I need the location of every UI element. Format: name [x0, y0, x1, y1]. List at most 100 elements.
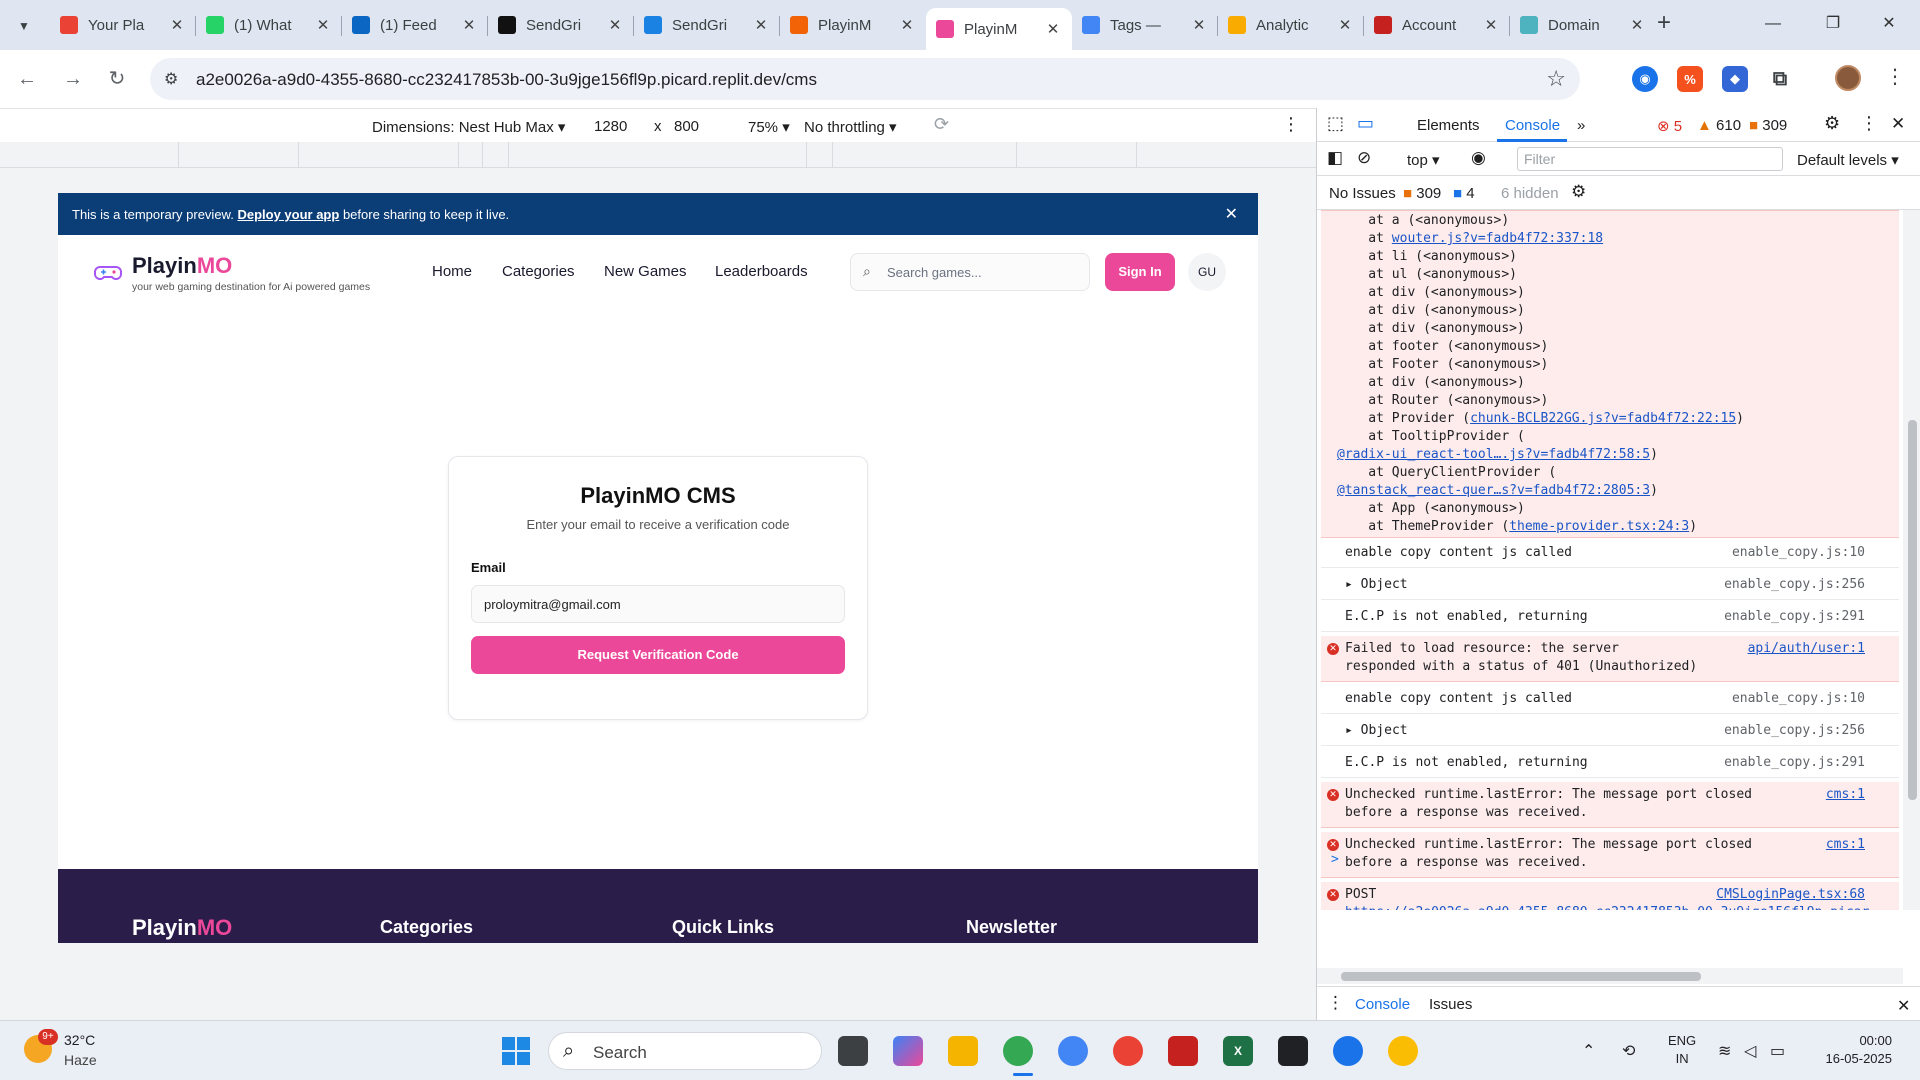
tab-search-chevron-icon[interactable]: ▼ — [10, 12, 38, 40]
drawer-close-icon[interactable]: ✕ — [1897, 996, 1910, 1016]
banner-close-icon[interactable]: ✕ — [1225, 204, 1238, 224]
console-error-message[interactable]: ✕ Unchecked runtime.lastError: The messag… — [1321, 782, 1899, 828]
message-source-link[interactable]: cms:1 — [1826, 837, 1865, 852]
close-window-icon[interactable]: ✕ — [1866, 8, 1912, 40]
zoom-select[interactable]: 75% ▾ — [748, 118, 790, 136]
tab-close-icon[interactable]: ✕ — [1482, 16, 1500, 34]
chrome-profile-2-icon[interactable] — [1113, 1036, 1143, 1066]
tab-close-icon[interactable]: ✕ — [1336, 16, 1354, 34]
message-source-link[interactable]: CMSLoginPage.tsx:68 — [1716, 887, 1865, 902]
browser-tab[interactable]: PlayinM ✕ — [780, 8, 926, 42]
url-text[interactable]: a2e0026a-a9d0-4355-8680-cc232417853b-00-… — [196, 70, 817, 90]
height-input[interactable]: 800 — [674, 118, 699, 135]
extension-pdf-icon[interactable]: % — [1677, 66, 1703, 92]
extension-tag-icon[interactable]: ◆ — [1722, 66, 1748, 92]
sidebar-toggle-icon[interactable]: ◧ — [1327, 148, 1343, 168]
message-source-link[interactable]: enable_copy.js:256 — [1724, 723, 1865, 738]
tray-chevron-icon[interactable]: ⌃ — [1582, 1041, 1595, 1061]
tab-close-icon[interactable]: ✕ — [168, 16, 186, 34]
issues-count[interactable]: ■ 309 — [1749, 117, 1787, 134]
settings-gear-icon[interactable]: ⚙ — [1824, 113, 1840, 134]
chrome-icon[interactable] — [1003, 1036, 1033, 1066]
terminal-icon[interactable] — [1278, 1036, 1308, 1066]
tab-close-icon[interactable]: ✕ — [1628, 16, 1646, 34]
profile-avatar[interactable] — [1835, 65, 1861, 91]
devtools-close-icon[interactable]: ✕ — [1891, 114, 1905, 134]
tab-console[interactable]: Console — [1505, 117, 1560, 134]
throttling-select[interactable]: No throttling ▾ — [804, 118, 897, 136]
console-horizontal-scrollbar[interactable] — [1317, 968, 1903, 984]
request-url-link[interactable]: https://a2e0026a-a9d0-4355-8680-cc232417… — [1345, 905, 1869, 910]
bookmark-star-icon[interactable]: ☆ — [1546, 66, 1566, 92]
rotate-icon[interactable]: ⟳ — [934, 114, 949, 135]
email-field[interactable]: proloymitra@gmail.com — [471, 585, 845, 623]
request-code-button[interactable]: Request Verification Code — [471, 636, 845, 674]
devtools-menu-icon[interactable]: ⋮ — [1860, 113, 1878, 134]
browser-tab[interactable]: PlayinM ✕ — [926, 8, 1072, 50]
nav-new-games[interactable]: New Games — [604, 263, 687, 280]
inspect-element-icon[interactable]: ⬚ — [1327, 113, 1344, 134]
browser-tab[interactable]: Account ✕ — [1364, 8, 1510, 42]
nav-categories[interactable]: Categories — [502, 263, 575, 280]
sync-icon[interactable]: ⟲ — [1622, 1041, 1635, 1061]
weather-condition[interactable]: Haze — [64, 1052, 97, 1068]
forward-arrow-icon[interactable]: → — [56, 62, 90, 96]
excel-icon[interactable]: X — [1223, 1036, 1253, 1066]
message-source-link[interactable]: enable_copy.js:291 — [1724, 755, 1865, 770]
console-message[interactable]: E.C.P is not enabled, returning enable_co… — [1321, 604, 1899, 632]
task-view-icon[interactable] — [838, 1036, 868, 1066]
stack-frame-link[interactable]: chunk-BCLB22GG.js?v=fadb4f72:22:15 — [1470, 411, 1736, 426]
tab-close-icon[interactable]: ✕ — [1190, 16, 1208, 34]
sign-in-button[interactable]: Sign In — [1105, 253, 1175, 291]
copilot-icon[interactable] — [893, 1036, 923, 1066]
wifi-icon[interactable]: ≋ — [1718, 1041, 1731, 1061]
acrobat-icon[interactable] — [1168, 1036, 1198, 1066]
message-source-link[interactable]: enable_copy.js:10 — [1732, 691, 1865, 706]
device-toolbar-menu-icon[interactable]: ⋮ — [1282, 114, 1300, 135]
chrome-profile-3-icon[interactable] — [1333, 1036, 1363, 1066]
issue-warning-badge[interactable]: ■ 309 — [1403, 185, 1441, 202]
tab-close-icon[interactable]: ✕ — [898, 16, 916, 34]
system-clock[interactable]: 00:00 16-05-2025 — [1812, 1032, 1893, 1068]
restore-icon[interactable]: ❐ — [1810, 8, 1856, 40]
warning-count[interactable]: ▲ 610 — [1697, 117, 1741, 134]
console-error-message[interactable]: ✕ Unchecked runtime.lastError: The messag… — [1321, 832, 1899, 878]
browser-tab[interactable]: (1) Feed ✕ — [342, 8, 488, 42]
browser-tab[interactable]: Tags — ✕ — [1072, 8, 1218, 42]
message-source-link[interactable]: enable_copy.js:10 — [1732, 545, 1865, 560]
drawer-menu-icon[interactable]: ⋮ — [1327, 993, 1344, 1013]
clear-console-icon[interactable]: ⊘ — [1357, 148, 1371, 168]
battery-icon[interactable]: ▭ — [1770, 1041, 1785, 1061]
context-select[interactable]: top ▾ — [1407, 151, 1440, 169]
message-source-link[interactable]: cms:1 — [1826, 787, 1865, 802]
browser-tab[interactable]: Your Pla ✕ — [50, 8, 196, 42]
log-levels-select[interactable]: Default levels ▾ — [1797, 151, 1899, 169]
console-message[interactable]: ▸ Object enable_copy.js:256 — [1321, 572, 1899, 600]
volume-icon[interactable]: ◁ — [1744, 1041, 1756, 1061]
console-error-message[interactable]: ✕ POST https://a2e0026a-a9d0-4355-8680-cc2… — [1321, 882, 1899, 910]
message-source-link[interactable]: enable_copy.js:256 — [1724, 577, 1865, 592]
temperature[interactable]: 32°C — [64, 1032, 95, 1048]
console-message[interactable]: E.C.P is not enabled, returning enable_co… — [1321, 750, 1899, 778]
tab-close-icon[interactable]: ✕ — [606, 16, 624, 34]
minimize-icon[interactable]: — — [1750, 8, 1796, 40]
windows-start-icon[interactable] — [502, 1037, 530, 1065]
tab-close-icon[interactable]: ✕ — [752, 16, 770, 34]
issues-settings-icon[interactable]: ⚙ — [1571, 182, 1586, 202]
stack-frame-link[interactable]: @radix-ui_react-tool….js?v=fadb4f72:58:5 — [1337, 447, 1650, 462]
taskbar-search[interactable]: ⌕ Search — [548, 1032, 822, 1070]
width-input[interactable]: 1280 — [594, 118, 627, 135]
chrome-profile-icon[interactable] — [1058, 1036, 1088, 1066]
language-indicator[interactable]: ENG IN — [1668, 1032, 1696, 1068]
message-source-link[interactable]: api/auth/user:1 — [1748, 641, 1865, 656]
site-info-icon[interactable]: ⚙ — [164, 69, 178, 89]
extension-copy-icon[interactable]: ◉ — [1632, 66, 1658, 92]
drawer-tab-issues[interactable]: Issues — [1429, 996, 1472, 1013]
browser-tab[interactable]: (1) What ✕ — [196, 8, 342, 42]
game-search-input[interactable]: ⌕ Search games... — [850, 253, 1090, 291]
browser-menu-icon[interactable]: ⋮ — [1885, 64, 1905, 89]
browser-tab[interactable]: Analytic ✕ — [1218, 8, 1364, 42]
browser-tab[interactable]: SendGri ✕ — [634, 8, 780, 42]
deploy-link[interactable]: Deploy your app — [237, 207, 339, 222]
tab-close-icon[interactable]: ✕ — [460, 16, 478, 34]
